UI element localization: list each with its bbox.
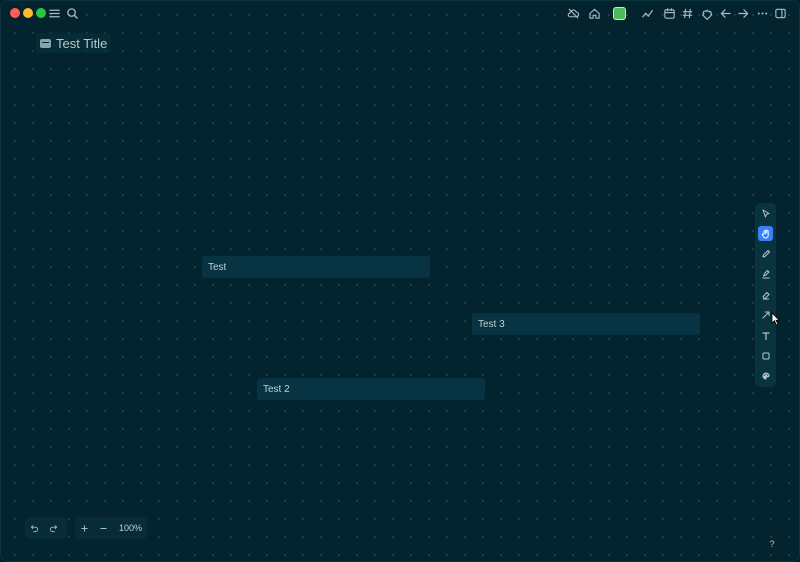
menu-icon[interactable] [47,6,61,20]
minimize-window-button[interactable] [23,8,33,18]
pointer-icon [762,209,769,217]
close-window-button[interactable] [10,8,20,18]
hand-tool[interactable] [758,226,773,241]
cloud-off-icon[interactable] [566,6,580,20]
canvas-node-test[interactable]: Test [202,256,430,278]
zoom-out-button[interactable] [97,522,109,534]
calendar-icon[interactable] [662,6,676,20]
mouse-cursor-icon [771,312,780,326]
eraser-icon [762,291,769,299]
more-icon[interactable] [755,6,769,20]
canvas-node-test-2[interactable]: Test 2 [257,378,485,400]
minus-icon [99,527,107,529]
forward-arrow-icon[interactable] [736,6,750,20]
undo-button[interactable] [28,522,40,534]
select-tool[interactable] [758,206,773,221]
eraser-tool[interactable] [758,287,773,302]
title-bar [0,0,800,28]
maximize-window-button[interactable] [36,8,46,18]
plus-icon [80,524,88,532]
page-title[interactable]: Test Title [36,33,112,53]
zoom-level[interactable]: 100% [119,523,142,533]
tag-icon[interactable] [680,6,694,20]
highlighter-tool[interactable] [758,266,773,281]
rectangle-tool[interactable] [758,348,773,363]
pencil-icon [762,249,770,257]
node-label: Test 2 [263,383,290,395]
hand-icon [761,229,769,238]
sidebar-toggle-icon[interactable] [773,6,787,20]
color-swatch-icon[interactable] [612,6,626,20]
highlighter-icon [762,269,769,278]
help-button[interactable]: ? [766,538,778,550]
redo-button[interactable] [47,522,59,534]
arrow-icon [762,311,769,318]
node-label: Test [208,261,227,273]
undo-icon [30,524,38,532]
rectangle-icon [762,352,769,359]
redo-icon [49,524,57,532]
canvas-node-test-3[interactable]: Test 3 [472,313,700,335]
color-palette-tool[interactable] [758,368,773,383]
puzzle-icon[interactable] [699,6,713,20]
whiteboard-toolbar [755,203,776,387]
search-icon[interactable] [65,6,79,20]
pencil-tool[interactable] [758,246,773,261]
node-label: Test 3 [478,318,505,330]
text-tool[interactable] [758,328,773,343]
whiteboard-window: Test Title Test Test 3 Test 2 100% ? [0,0,800,562]
page-title-text: Test Title [56,35,108,51]
home-icon[interactable] [587,6,601,20]
graph-icon[interactable] [640,6,654,20]
zoom-in-button[interactable] [78,522,90,534]
palette-icon [762,372,770,379]
text-icon [761,331,770,340]
back-arrow-icon[interactable] [718,6,732,20]
whiteboard-icon [40,38,51,48]
